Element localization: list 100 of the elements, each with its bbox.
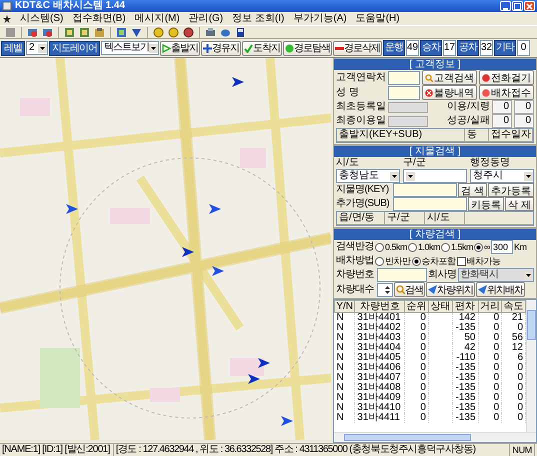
- radio-label: 1.5km: [451, 242, 474, 252]
- radio-button[interactable]: [412, 256, 420, 266]
- menu-item[interactable]: 도움말(H): [356, 12, 400, 25]
- dropdown-icon: [38, 44, 47, 52]
- check-icon: [244, 44, 253, 52]
- route-button[interactable]: 경로탐색: [283, 40, 332, 56]
- table-cell: 31바4401: [354, 312, 405, 323]
- column-header[interactable]: 차량번호: [354, 300, 405, 312]
- table-cell: N: [334, 353, 355, 363]
- customer-button[interactable]: 배차접수: [479, 85, 534, 100]
- name-field[interactable]: [388, 86, 420, 100]
- column-header[interactable]: 읍/면/동: [337, 212, 385, 224]
- column-header[interactable]: 상태: [428, 300, 452, 312]
- menu-item[interactable]: 시스템(S): [20, 12, 64, 25]
- menu-item[interactable]: 메시지(M): [134, 12, 180, 25]
- landmark-button[interactable]: 삭 제: [505, 197, 534, 211]
- maximize-button[interactable]: [512, 1, 523, 11]
- column-header[interactable]: 접수일자: [489, 129, 533, 141]
- level-select[interactable]: 2: [26, 41, 48, 55]
- dropdown-icon: [406, 172, 415, 180]
- customer-button[interactable]: 고객검색: [422, 70, 477, 85]
- vehicle-button[interactable]: 위치배차: [476, 282, 525, 297]
- radio-button[interactable]: [375, 256, 384, 266]
- company-select[interactable]: 한화택시: [458, 268, 534, 282]
- landmark-field[interactable]: [393, 197, 468, 211]
- view-select[interactable]: 텍스트보기: [101, 41, 159, 55]
- table-cell: -135: [452, 413, 478, 423]
- status-text: [경도 : 127.4632944 , 위도 : 36.6332528] 주소 : 4311365000 (충청북도청주시흥덕구사창동): [112, 444, 506, 456]
- table-cell: N: [334, 403, 355, 413]
- counter-label: 공차: [457, 40, 479, 56]
- field-label: 회사명: [428, 269, 456, 281]
- table-cell: 0: [404, 353, 428, 363]
- region-select[interactable]: 청주시: [470, 169, 534, 183]
- landmark-button[interactable]: 키등록: [468, 197, 504, 211]
- radio-label: 승차포함: [422, 254, 456, 268]
- status-text: [NAME:1] [ID:1] [발신:2001]: [2, 444, 110, 456]
- radio-button[interactable]: [408, 242, 418, 252]
- vehicle-number-field[interactable]: [377, 268, 427, 282]
- table-cell: 0: [404, 393, 428, 403]
- route-button[interactable]: 출발지: [160, 40, 200, 56]
- route-button[interactable]: 경유지: [201, 40, 241, 56]
- menu-item[interactable]: 관리(G): [188, 12, 224, 25]
- table-cell: 0: [478, 383, 502, 393]
- column-header[interactable]: 구/군: [385, 212, 425, 224]
- phone-field[interactable]: [388, 70, 420, 84]
- stat-field: [388, 102, 428, 112]
- landmark-button[interactable]: 검 색: [458, 183, 487, 197]
- checkbox[interactable]: [456, 256, 466, 266]
- column-header[interactable]: Y/N: [334, 300, 355, 312]
- minimize-button[interactable]: [500, 1, 511, 11]
- close-button[interactable]: [524, 1, 535, 11]
- stat-label: 성공/실패: [446, 115, 490, 127]
- column-header[interactable]: 출발지(KEY+SUB): [337, 129, 465, 141]
- region-select[interactable]: 충청남도: [336, 169, 400, 183]
- arrow-icon: [212, 266, 224, 276]
- radius-field[interactable]: 300: [490, 240, 513, 254]
- stat-value: 0: [514, 100, 534, 114]
- field-label: 지물명(KEY): [336, 184, 390, 196]
- field-label: 시/도: [336, 157, 360, 169]
- table-cell: 0: [478, 312, 502, 323]
- column-header[interactable]: 동: [465, 129, 489, 141]
- radio-button[interactable]: [474, 242, 484, 252]
- table-cell: -110: [452, 353, 478, 363]
- column-header[interactable]: 속도: [502, 300, 526, 312]
- menu-item[interactable]: 부가기능(A): [293, 12, 347, 25]
- column-header[interactable]: 순위: [404, 300, 428, 312]
- arrow-icon: [478, 285, 487, 294]
- route-button[interactable]: 도착지: [242, 40, 282, 56]
- table-cell: 0: [478, 323, 502, 333]
- table-cell: 31바4404: [354, 343, 405, 353]
- dropdown-icon: [149, 44, 158, 52]
- scrollbar[interactable]: [526, 300, 536, 432]
- column-header[interactable]: 거리: [478, 300, 502, 312]
- count-spinner[interactable]: [377, 282, 393, 296]
- customer-button[interactable]: 전화걸기: [479, 70, 534, 85]
- vehicle-button[interactable]: 검색: [394, 282, 425, 297]
- radio-button[interactable]: [375, 242, 384, 252]
- stat-field: [388, 116, 428, 126]
- scrollbar[interactable]: [334, 432, 536, 442]
- landmark-button[interactable]: 추가등록: [488, 183, 534, 197]
- field-label: 성 명: [336, 86, 360, 98]
- customer-button[interactable]: 불량내역: [422, 85, 477, 100]
- circle-icon: [482, 88, 490, 96]
- circle-icon: [425, 88, 433, 96]
- arrow-icon: [66, 204, 78, 214]
- landmark-field[interactable]: [393, 183, 458, 197]
- column-header[interactable]: 시/도: [425, 212, 465, 224]
- layer-button[interactable]: 지도레이어: [49, 40, 100, 56]
- menu-item[interactable]: 정보 조회(I): [232, 12, 284, 25]
- circle-icon: [285, 44, 294, 52]
- route-button[interactable]: 경로삭제: [333, 40, 382, 56]
- table-cell: 0: [478, 373, 502, 383]
- counter-label: 기타: [494, 40, 516, 56]
- column-header[interactable]: 편차: [452, 300, 478, 312]
- status-text: NUM: [509, 443, 535, 456]
- region-select[interactable]: [403, 169, 467, 183]
- vehicle-button[interactable]: 차량위치: [426, 282, 475, 297]
- menu-item[interactable]: 접수화면(B): [72, 12, 126, 25]
- radio-button[interactable]: [441, 242, 450, 252]
- maximize-icon: [514, 2, 521, 10]
